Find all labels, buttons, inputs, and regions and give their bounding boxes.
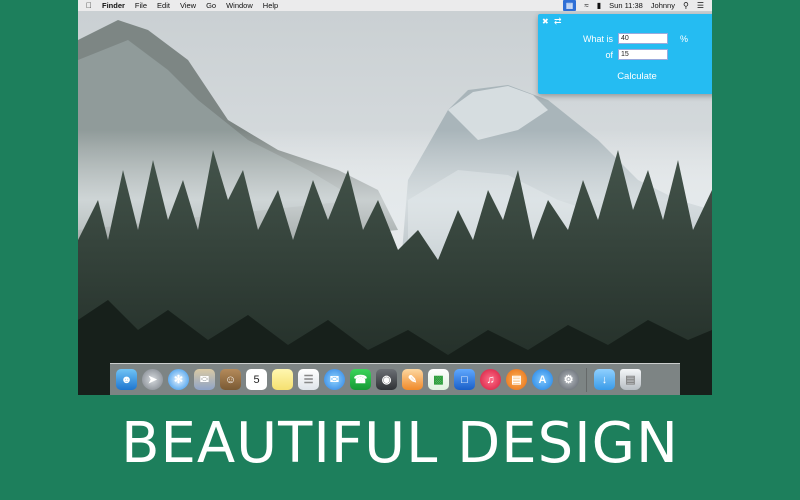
desktop-screenshot:  Finder File Edit View Go Window Help ▦… bbox=[78, 0, 712, 395]
menu-window[interactable]: Window bbox=[226, 1, 253, 10]
downloads-folder-icon[interactable]: ↓ bbox=[594, 369, 615, 390]
dock: ☻ ➤ ✻ ✉ ☺ 5 ☰ ✉ ☎ ◉ ✎ ▩ □ ♫ ▤ A ⚙ ↓ ▤ bbox=[110, 363, 680, 395]
question-label: What is bbox=[582, 33, 613, 44]
notes-icon[interactable] bbox=[272, 369, 293, 390]
percent-unit-label: % bbox=[680, 33, 689, 44]
system-preferences-icon[interactable]: ⚙ bbox=[558, 369, 579, 390]
contacts-icon[interactable]: ☺ bbox=[220, 369, 241, 390]
percentage-calculator-panel: ✖ ⇄ What is 40 % of 15 Calculate bbox=[538, 14, 712, 94]
finder-icon[interactable]: ☻ bbox=[116, 369, 137, 390]
percent-app-menu-icon[interactable]: ▦ bbox=[562, 0, 577, 11]
keynote-icon[interactable]: □ bbox=[454, 369, 475, 390]
menu-user[interactable]: Johnny bbox=[651, 1, 675, 10]
menu-clock[interactable]: Sun 11:38 bbox=[609, 1, 643, 10]
notification-center-icon[interactable]: ☰ bbox=[697, 0, 704, 11]
of-value-input[interactable]: 15 bbox=[618, 49, 668, 60]
pages-icon[interactable]: ✎ bbox=[402, 369, 423, 390]
menu-help[interactable]: Help bbox=[263, 1, 278, 10]
menu-app-name[interactable]: Finder bbox=[102, 1, 125, 10]
swap-mode-icon[interactable]: ⇄ bbox=[554, 16, 562, 27]
battery-icon[interactable]: ▮ bbox=[597, 0, 601, 11]
itunes-icon[interactable]: ♫ bbox=[480, 369, 501, 390]
percent-input[interactable]: 40 bbox=[618, 33, 668, 44]
facetime-icon[interactable]: ☎ bbox=[350, 369, 371, 390]
safari-icon[interactable]: ✻ bbox=[168, 369, 189, 390]
photo-booth-icon[interactable]: ◉ bbox=[376, 369, 397, 390]
menu-file[interactable]: File bbox=[135, 1, 147, 10]
spotlight-search-icon[interactable]: ⚲ bbox=[683, 0, 689, 11]
menu-go[interactable]: Go bbox=[206, 1, 216, 10]
calculate-button[interactable]: Calculate bbox=[538, 71, 712, 82]
wifi-icon[interactable]: ≈ bbox=[584, 0, 588, 11]
dock-separator bbox=[586, 367, 587, 392]
messages-icon[interactable]: ✉ bbox=[324, 369, 345, 390]
reminders-icon[interactable]: ☰ bbox=[298, 369, 319, 390]
trash-icon[interactable]: ▤ bbox=[620, 369, 641, 390]
mail-icon[interactable]: ✉ bbox=[194, 369, 215, 390]
of-row: of 15 bbox=[538, 49, 668, 60]
menu-bar:  Finder File Edit View Go Window Help ▦… bbox=[78, 0, 712, 11]
launchpad-icon[interactable]: ➤ bbox=[142, 369, 163, 390]
marketing-caption: BEAUTIFUL DESIGN bbox=[121, 411, 679, 476]
ibooks-icon[interactable]: ▤ bbox=[506, 369, 527, 390]
of-label: of bbox=[605, 49, 613, 60]
percent-row: What is 40 % bbox=[538, 33, 688, 44]
menu-edit[interactable]: Edit bbox=[157, 1, 170, 10]
apple-logo-icon[interactable]:  bbox=[86, 0, 92, 11]
menu-view[interactable]: View bbox=[180, 1, 196, 10]
close-icon[interactable]: ✖ bbox=[542, 17, 549, 26]
calendar-icon[interactable]: 5 bbox=[246, 369, 267, 390]
numbers-icon[interactable]: ▩ bbox=[428, 369, 449, 390]
app-store-icon[interactable]: A bbox=[532, 369, 553, 390]
